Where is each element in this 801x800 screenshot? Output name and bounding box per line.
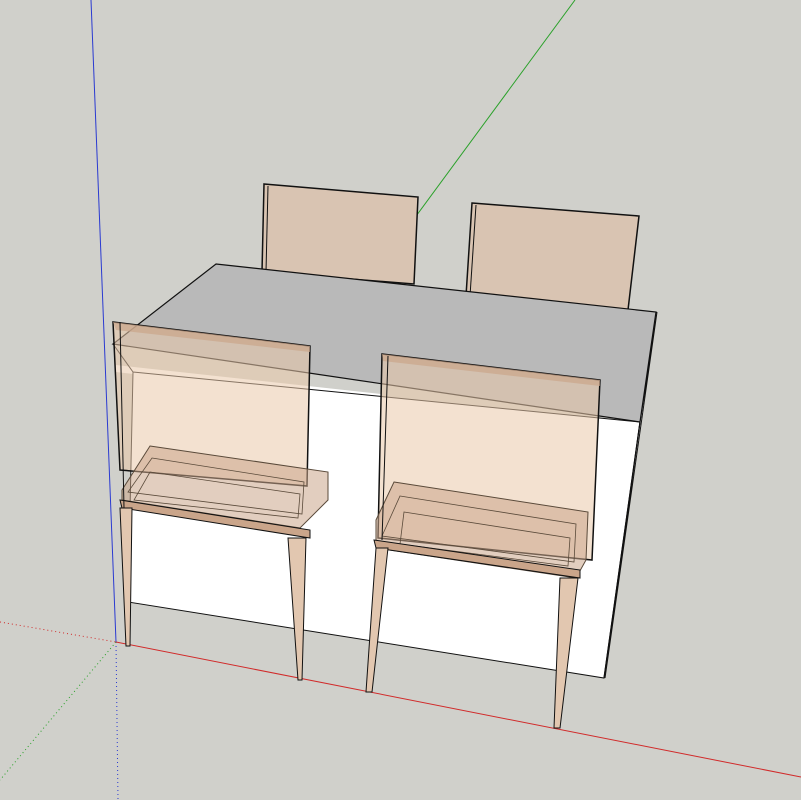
chair-front-left[interactable] [112,321,329,681]
chair-back-left[interactable] [261,183,419,285]
sketchup-3d-viewport[interactable] [0,0,801,800]
chair-front-right[interactable] [365,353,601,729]
x-axis [115,641,801,778]
z-axis-dotted [115,641,119,800]
x-axis-dotted [0,621,117,643]
y-axis-dotted [0,641,117,781]
z-axis [90,0,117,643]
model-canvas[interactable] [0,0,801,800]
